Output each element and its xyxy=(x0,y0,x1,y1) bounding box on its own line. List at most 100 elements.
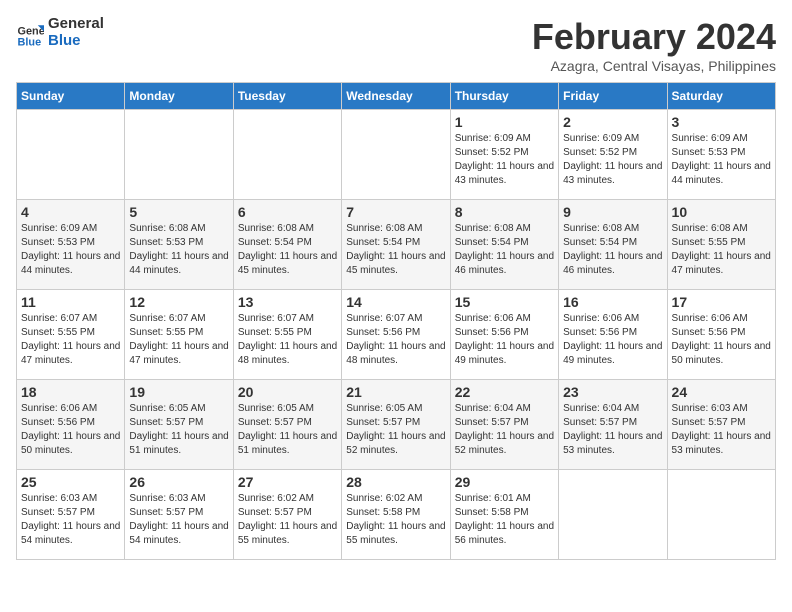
header-cell-monday: Monday xyxy=(125,83,233,110)
day-info: Sunrise: 6:03 AMSunset: 5:57 PMDaylight:… xyxy=(672,402,771,458)
day-number: 28 xyxy=(346,474,445,490)
day-number: 15 xyxy=(455,294,554,310)
day-number: 23 xyxy=(563,384,662,400)
day-cell: 1Sunrise: 6:09 AMSunset: 5:52 PMDaylight… xyxy=(450,110,558,200)
header-cell-friday: Friday xyxy=(559,83,667,110)
day-number: 20 xyxy=(238,384,337,400)
day-info: Sunrise: 6:08 AMSunset: 5:54 PMDaylight:… xyxy=(346,222,445,278)
day-cell: 13 Sunrise: 6:07 AMSunset: 5:55 PMDayligh… xyxy=(233,290,341,380)
week-row-4: 18Sunrise: 6:06 AMSunset: 5:56 PMDayligh… xyxy=(17,380,776,470)
day-number: 7 xyxy=(346,204,445,220)
day-cell: 2 Sunrise: 6:09 AMSunset: 5:52 PMDaylight… xyxy=(559,110,667,200)
day-info: Sunrise: 6:09 AMSunset: 5:52 PMDaylight:… xyxy=(455,132,554,188)
day-cell: 25 Sunrise: 6:03 AMSunset: 5:57 PMDayligh… xyxy=(17,470,125,560)
day-number: 2 xyxy=(563,114,662,130)
day-cell: 29Sunrise: 6:01 AMSunset: 5:58 PMDayligh… xyxy=(450,470,558,560)
day-number: 22 xyxy=(455,384,554,400)
month-title: February 2024 xyxy=(532,16,776,58)
day-number: 17 xyxy=(672,294,771,310)
day-info: Sunrise: 6:08 AMSunset: 5:55 PMDaylight:… xyxy=(672,222,771,278)
week-row-1: 1Sunrise: 6:09 AMSunset: 5:52 PMDaylight… xyxy=(17,110,776,200)
day-cell xyxy=(233,110,341,200)
day-number: 26 xyxy=(129,474,228,490)
day-info: Sunrise: 6:03 AMSunset: 5:57 PMDaylight:… xyxy=(129,492,228,548)
day-cell: 17 Sunrise: 6:06 AMSunset: 5:56 PMDayligh… xyxy=(667,290,775,380)
day-cell: 11 Sunrise: 6:07 AMSunset: 5:55 PMDayligh… xyxy=(17,290,125,380)
week-row-2: 4 Sunrise: 6:09 AMSunset: 5:53 PMDaylight… xyxy=(17,200,776,290)
week-row-3: 11 Sunrise: 6:07 AMSunset: 5:55 PMDayligh… xyxy=(17,290,776,380)
day-cell xyxy=(559,470,667,560)
day-number: 4 xyxy=(21,204,120,220)
day-info: Sunrise: 6:08 AMSunset: 5:54 PMDaylight:… xyxy=(238,222,337,278)
day-info: Sunrise: 6:05 AMSunset: 5:57 PMDaylight:… xyxy=(346,402,445,458)
day-cell: 26 Sunrise: 6:03 AMSunset: 5:57 PMDayligh… xyxy=(125,470,233,560)
day-cell: 21 Sunrise: 6:05 AMSunset: 5:57 PMDayligh… xyxy=(342,380,450,470)
day-info: Sunrise: 6:09 AMSunset: 5:53 PMDaylight:… xyxy=(21,222,120,278)
day-info: Sunrise: 6:02 AMSunset: 5:58 PMDaylight:… xyxy=(346,492,445,548)
day-number: 27 xyxy=(238,474,337,490)
day-number: 9 xyxy=(563,204,662,220)
day-cell xyxy=(667,470,775,560)
day-cell xyxy=(17,110,125,200)
header: General Blue General Blue February 2024 … xyxy=(16,16,776,74)
day-cell: 18Sunrise: 6:06 AMSunset: 5:56 PMDayligh… xyxy=(17,380,125,470)
header-cell-sunday: Sunday xyxy=(17,83,125,110)
day-info: Sunrise: 6:08 AMSunset: 5:53 PMDaylight:… xyxy=(129,222,228,278)
calendar-table: SundayMondayTuesdayWednesdayThursdayFrid… xyxy=(16,82,776,560)
day-cell: 27 Sunrise: 6:02 AMSunset: 5:57 PMDayligh… xyxy=(233,470,341,560)
day-info: Sunrise: 6:05 AMSunset: 5:57 PMDaylight:… xyxy=(129,402,228,458)
day-info: Sunrise: 6:04 AMSunset: 5:57 PMDaylight:… xyxy=(563,402,662,458)
day-cell: 7 Sunrise: 6:08 AMSunset: 5:54 PMDaylight… xyxy=(342,200,450,290)
day-number: 21 xyxy=(346,384,445,400)
calendar-header-row: SundayMondayTuesdayWednesdayThursdayFrid… xyxy=(17,83,776,110)
day-cell: 24 Sunrise: 6:03 AMSunset: 5:57 PMDayligh… xyxy=(667,380,775,470)
day-number: 19 xyxy=(129,384,228,400)
day-cell: 15 Sunrise: 6:06 AMSunset: 5:56 PMDayligh… xyxy=(450,290,558,380)
day-info: Sunrise: 6:02 AMSunset: 5:57 PMDaylight:… xyxy=(238,492,337,548)
day-number: 16 xyxy=(563,294,662,310)
day-info: Sunrise: 6:09 AMSunset: 5:52 PMDaylight:… xyxy=(563,132,662,188)
day-cell: 14 Sunrise: 6:07 AMSunset: 5:56 PMDayligh… xyxy=(342,290,450,380)
logo-icon: General Blue xyxy=(16,19,44,47)
day-number: 11 xyxy=(21,294,120,310)
day-cell: 23 Sunrise: 6:04 AMSunset: 5:57 PMDayligh… xyxy=(559,380,667,470)
day-cell: 28 Sunrise: 6:02 AMSunset: 5:58 PMDayligh… xyxy=(342,470,450,560)
day-cell: 22Sunrise: 6:04 AMSunset: 5:57 PMDayligh… xyxy=(450,380,558,470)
day-cell: 8 Sunrise: 6:08 AMSunset: 5:54 PMDaylight… xyxy=(450,200,558,290)
title-area: February 2024 Azagra, Central Visayas, P… xyxy=(532,16,776,74)
day-cell: 12Sunrise: 6:07 AMSunset: 5:55 PMDayligh… xyxy=(125,290,233,380)
day-number: 25 xyxy=(21,474,120,490)
day-cell xyxy=(125,110,233,200)
day-cell: 5Sunrise: 6:08 AMSunset: 5:53 PMDaylight… xyxy=(125,200,233,290)
day-cell: 16 Sunrise: 6:06 AMSunset: 5:56 PMDayligh… xyxy=(559,290,667,380)
day-info: Sunrise: 6:06 AMSunset: 5:56 PMDaylight:… xyxy=(672,312,771,368)
day-number: 8 xyxy=(455,204,554,220)
logo-line1: General xyxy=(48,16,104,33)
header-cell-saturday: Saturday xyxy=(667,83,775,110)
day-info: Sunrise: 6:07 AMSunset: 5:55 PMDaylight:… xyxy=(21,312,120,368)
week-row-5: 25 Sunrise: 6:03 AMSunset: 5:57 PMDayligh… xyxy=(17,470,776,560)
day-number: 24 xyxy=(672,384,771,400)
day-number: 13 xyxy=(238,294,337,310)
day-info: Sunrise: 6:03 AMSunset: 5:57 PMDaylight:… xyxy=(21,492,120,548)
day-info: Sunrise: 6:05 AMSunset: 5:57 PMDaylight:… xyxy=(238,402,337,458)
logo: General Blue General Blue xyxy=(16,16,104,49)
header-cell-wednesday: Wednesday xyxy=(342,83,450,110)
day-info: Sunrise: 6:07 AMSunset: 5:56 PMDaylight:… xyxy=(346,312,445,368)
day-cell: 10Sunrise: 6:08 AMSunset: 5:55 PMDayligh… xyxy=(667,200,775,290)
day-cell xyxy=(342,110,450,200)
day-info: Sunrise: 6:06 AMSunset: 5:56 PMDaylight:… xyxy=(455,312,554,368)
day-info: Sunrise: 6:07 AMSunset: 5:55 PMDaylight:… xyxy=(238,312,337,368)
day-info: Sunrise: 6:06 AMSunset: 5:56 PMDaylight:… xyxy=(563,312,662,368)
day-info: Sunrise: 6:08 AMSunset: 5:54 PMDaylight:… xyxy=(455,222,554,278)
day-info: Sunrise: 6:08 AMSunset: 5:54 PMDaylight:… xyxy=(563,222,662,278)
svg-text:Blue: Blue xyxy=(18,36,42,47)
day-cell: 6Sunrise: 6:08 AMSunset: 5:54 PMDaylight… xyxy=(233,200,341,290)
day-number: 12 xyxy=(129,294,228,310)
day-number: 14 xyxy=(346,294,445,310)
day-info: Sunrise: 6:09 AMSunset: 5:53 PMDaylight:… xyxy=(672,132,771,188)
day-number: 3 xyxy=(672,114,771,130)
day-cell: 9 Sunrise: 6:08 AMSunset: 5:54 PMDaylight… xyxy=(559,200,667,290)
logo-line2: Blue xyxy=(48,33,104,50)
day-cell: 3 Sunrise: 6:09 AMSunset: 5:53 PMDaylight… xyxy=(667,110,775,200)
